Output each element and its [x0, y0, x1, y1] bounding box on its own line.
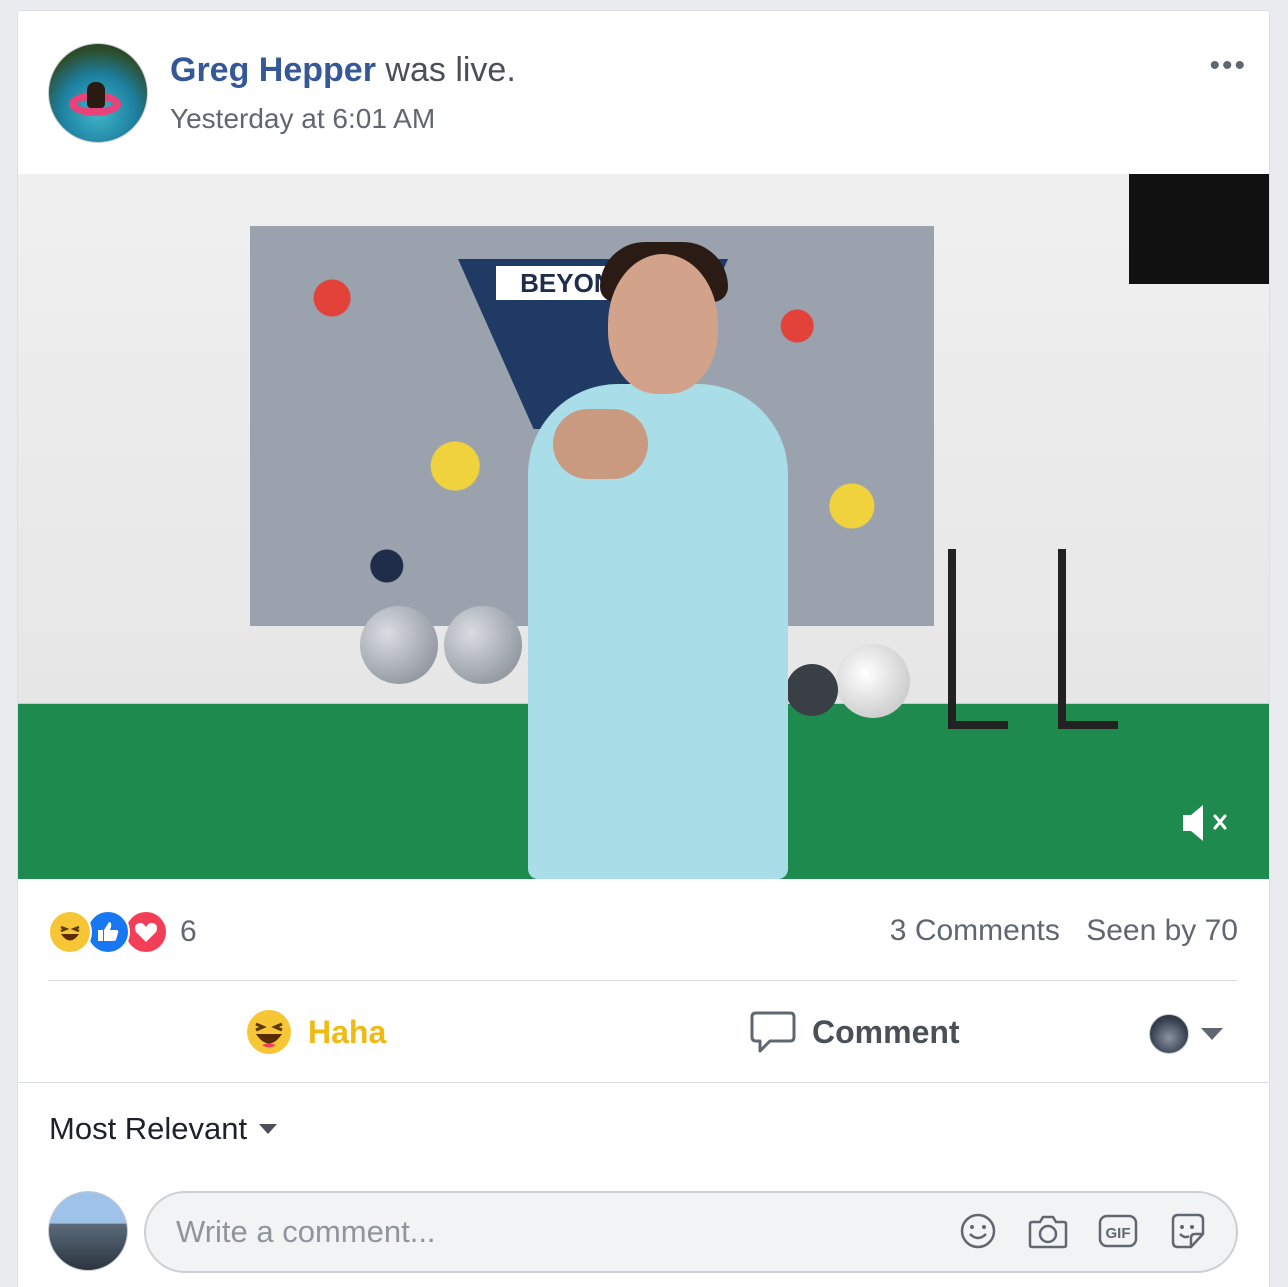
video-bg-bike — [948, 549, 1008, 729]
haha-icon — [48, 910, 92, 954]
video-bg-tv — [1129, 174, 1269, 284]
avatar-person — [87, 82, 105, 108]
live-video-player[interactable]: BEYOND ST — [18, 174, 1269, 879]
author-name-link[interactable]: Greg Hepper — [170, 51, 376, 89]
comment-label: Comment — [812, 1013, 960, 1050]
stats-divider — [48, 980, 1238, 981]
reaction-count[interactable]: 6 — [180, 915, 197, 949]
haha-reaction-button[interactable]: Haha — [246, 1004, 386, 1060]
commenter-avatar[interactable] — [48, 1191, 128, 1271]
video-person-head — [608, 254, 718, 394]
haha-label: Haha — [308, 1013, 387, 1050]
more-options-button[interactable]: ••• — [1209, 49, 1247, 83]
actions-divider — [18, 1082, 1269, 1083]
post-action-text: was live. — [385, 51, 516, 89]
author-avatar[interactable] — [48, 43, 148, 143]
sticker-icon[interactable] — [1168, 1211, 1208, 1251]
composer-icons: GIF — [958, 1211, 1208, 1251]
video-person-arm — [553, 409, 648, 479]
comment-input[interactable] — [176, 1209, 916, 1255]
camera-icon[interactable] — [1028, 1211, 1068, 1251]
selector-avatar — [1149, 1014, 1189, 1054]
comment-composer[interactable]: GIF — [144, 1191, 1238, 1273]
comments-count-link[interactable]: 3 Comments — [890, 914, 1060, 947]
chevron-down-icon — [259, 1124, 278, 1134]
haha-icon — [246, 1009, 292, 1055]
video-bg-ball — [444, 606, 522, 684]
post-stats-bar: 6 3 Comments Seen by 70 — [48, 906, 1238, 956]
sort-label: Most Relevant — [49, 1111, 248, 1146]
gif-icon[interactable]: GIF — [1098, 1211, 1138, 1251]
emoji-icon[interactable] — [958, 1211, 998, 1251]
post-counts: 3 Comments Seen by 70 — [890, 914, 1238, 948]
mute-toggle-icon[interactable] — [1181, 801, 1233, 845]
svg-text:GIF: GIF — [1106, 1225, 1131, 1242]
post-card: Greg Hepper was live. Yesterday at 6:01 … — [17, 10, 1270, 1287]
comment-button[interactable]: Comment — [750, 1004, 960, 1060]
post-header-line: Greg Hepper was live. — [170, 51, 516, 90]
comment-bubble-icon — [750, 1010, 796, 1054]
video-bg-ball — [786, 664, 838, 716]
video-bg-ball — [360, 606, 438, 684]
post-as-selector[interactable] — [1149, 1014, 1223, 1054]
reaction-summary[interactable]: 6 — [48, 910, 197, 954]
love-icon — [124, 910, 168, 954]
video-bg-ball — [836, 644, 910, 718]
chevron-down-icon — [1201, 1028, 1223, 1040]
post-timestamp[interactable]: Yesterday at 6:01 AM — [170, 103, 435, 135]
video-bg-bike — [1058, 549, 1118, 729]
post-action-bar: Haha Comment — [18, 986, 1269, 1086]
like-icon — [86, 910, 130, 954]
comment-sort-dropdown[interactable]: Most Relevant — [49, 1111, 278, 1147]
seen-by-link[interactable]: Seen by 70 — [1086, 914, 1238, 947]
